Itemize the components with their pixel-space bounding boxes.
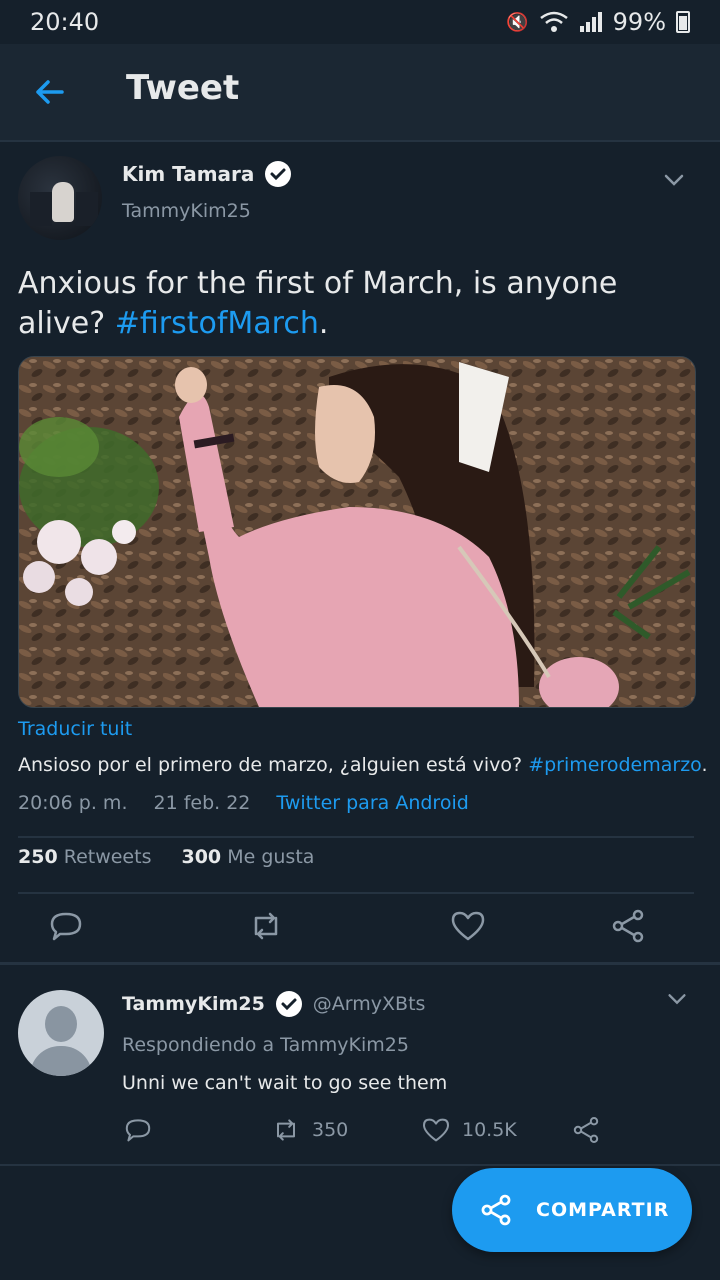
verified-badge-icon: [275, 991, 302, 1017]
retweets-count: 250: [18, 846, 58, 868]
reply-author-name[interactable]: TammyKim25: [122, 993, 265, 1015]
signal-icon: [579, 12, 602, 32]
share-fab-button[interactable]: COMPARTIR: [452, 1168, 692, 1252]
share-icon: [573, 1117, 599, 1143]
reply-action-bar: 350 10.5K: [0, 1114, 720, 1154]
tweet-text-end: .: [318, 306, 329, 341]
reply-retweet-count: 350: [312, 1119, 349, 1141]
translation-text: Ansioso por el primero de marzo, ¿alguie…: [18, 754, 708, 776]
reply-icon: [125, 1119, 151, 1142]
meta-divider: [18, 836, 694, 838]
stats-divider: [18, 892, 694, 894]
tweet-date: 21 feb. 22: [153, 792, 251, 814]
chevron-down-icon[interactable]: [664, 986, 690, 1012]
reply-tweet[interactable]: TammyKim25 @ArmyXBts Respondiendo a Tamm…: [0, 968, 720, 1164]
share-fab-label: COMPARTIR: [536, 1199, 670, 1221]
tweet-action-bar: [0, 896, 720, 956]
tweet-meta: 20:06 p. m. 21 feb. 22 Twitter para Andr…: [18, 792, 469, 814]
author-name-row: Kim Tamara: [122, 160, 292, 188]
chevron-down-icon[interactable]: [660, 166, 688, 194]
mute-icon: 🔇: [506, 11, 529, 33]
author-avatar[interactable]: [18, 156, 102, 240]
retweet-icon[interactable]: [246, 906, 286, 946]
like-icon[interactable]: [448, 906, 488, 946]
retweets-stat[interactable]: 250 Retweets: [18, 846, 151, 868]
battery-icon: [676, 11, 690, 33]
likes-count: 300: [181, 846, 222, 868]
reply-text: Unni we can't wait to go see them: [122, 1072, 448, 1094]
status-icons: 🔇 99%: [506, 8, 690, 36]
reply-reply-action[interactable]: [122, 1114, 154, 1146]
likes-stat[interactable]: 300 Me gusta: [181, 846, 314, 868]
reply-avatar[interactable]: [18, 990, 104, 1076]
wifi-icon: [539, 11, 568, 32]
tweet-source[interactable]: Twitter para Android: [276, 792, 468, 814]
author-name[interactable]: Kim Tamara: [122, 162, 254, 186]
reply-author-handle[interactable]: @ArmyXBts: [313, 993, 426, 1015]
tweet-media-image[interactable]: [18, 356, 696, 708]
tweet-header: Kim Tamara TammyKim25: [18, 156, 702, 246]
likes-label: Me gusta: [227, 846, 315, 868]
tweet-time: 20:06 p. m.: [18, 792, 128, 814]
retweet-icon: [277, 1119, 295, 1141]
reply-retweet-action[interactable]: 350: [270, 1114, 348, 1146]
author-handle[interactable]: TammyKim25: [122, 200, 251, 222]
photo-illustration: [19, 357, 695, 707]
reply-like-count: 10.5K: [462, 1119, 517, 1141]
reply-name-row: TammyKim25 @ArmyXBts: [122, 990, 425, 1018]
reply-share-action[interactable]: [570, 1114, 602, 1146]
tweet-text: Anxious for the first of March, is anyon…: [18, 264, 702, 344]
tweet-stats: 250 Retweets 300 Me gusta: [18, 846, 314, 868]
reply-icon[interactable]: [46, 906, 86, 946]
translate-link[interactable]: Traducir tuit: [18, 718, 132, 740]
reply-divider: [0, 1164, 720, 1166]
replying-to: Respondiendo a TammyKim25: [122, 1034, 409, 1056]
like-icon: [423, 1118, 449, 1142]
appbar-divider: [0, 140, 720, 142]
translation-main: Ansioso por el primero de marzo, ¿alguie…: [18, 754, 529, 776]
share-icon: [481, 1194, 511, 1226]
section-divider: [0, 962, 720, 965]
translation-end: .: [701, 754, 708, 776]
status-bar: 20:40 🔇 99%: [0, 0, 720, 44]
verified-badge-icon: [265, 161, 292, 187]
back-arrow-icon[interactable]: [32, 74, 68, 110]
retweets-label: Retweets: [63, 846, 152, 868]
page-title: Tweet: [126, 68, 240, 108]
translation-hashtag[interactable]: #primerodemarzo: [528, 754, 701, 776]
app-bar: Tweet: [0, 44, 720, 140]
share-icon[interactable]: [608, 906, 648, 946]
tweet-hashtag[interactable]: #firstofMarch: [115, 306, 319, 341]
battery-percent: 99%: [612, 8, 666, 36]
status-time: 20:40: [30, 8, 100, 36]
reply-like-action[interactable]: 10.5K: [420, 1114, 517, 1146]
